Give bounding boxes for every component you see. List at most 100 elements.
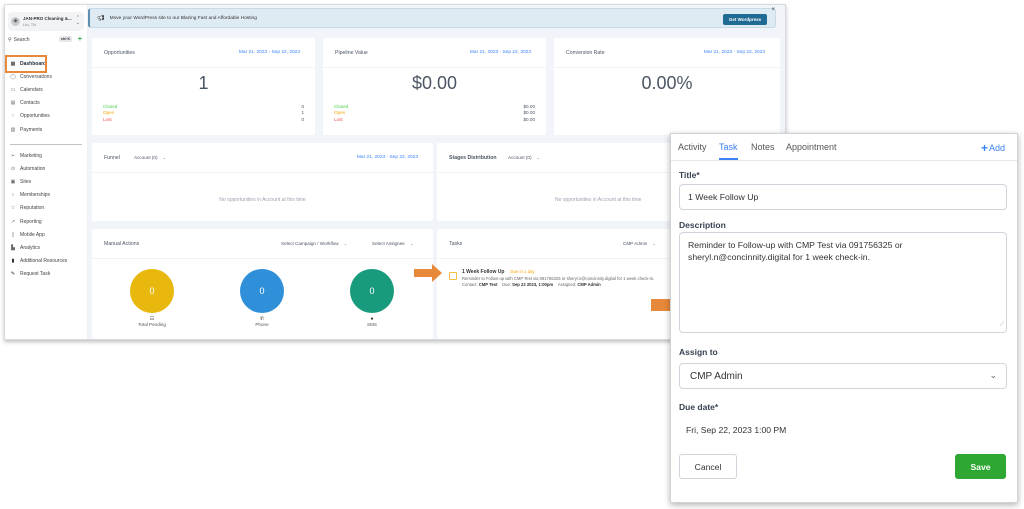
cancel-button[interactable]: Cancel <box>679 454 737 479</box>
due-badge: Due in 1 day <box>510 269 535 274</box>
switch-caret-icon: ⌃ ⌄ <box>75 15 80 26</box>
tab-activity[interactable]: Activity <box>678 142 707 152</box>
trend-icon: ↗ <box>10 218 16 225</box>
date-range[interactable]: Mar 21, 2023 - Sep 22, 2023 <box>239 50 300 55</box>
bookmark-icon: ▮ <box>11 258 15 265</box>
stat-label-lost: Lost <box>103 116 112 122</box>
sidebar-item-analytics[interactable]: ▙ Analytics <box>5 241 88 254</box>
stat-label-lost: Lost <box>334 116 343 122</box>
search-label: Search <box>13 37 30 43</box>
campaign-workflow-dropdown[interactable]: Select Campaign / Workflow ⌄ <box>281 241 347 247</box>
chevron-down-icon: ⌄ <box>536 155 541 160</box>
stat-value-lost: 0 <box>301 116 304 122</box>
award-icon: ♁ <box>11 192 15 199</box>
save-button[interactable]: Save <box>955 454 1006 479</box>
account-switcher[interactable]: ◉ JAN-PRO Cleaning &... Ltd, TN ⌃ ⌄ <box>8 12 84 31</box>
task-contact[interactable]: CMP Test <box>479 282 498 287</box>
task-checkbox[interactable] <box>449 272 457 280</box>
sidebar-item-calendars[interactable]: ▭ Calendars <box>5 83 88 96</box>
card-title: Pipeline Value <box>335 50 368 56</box>
date-range[interactable]: Mar 21, 2023 - Sep 22, 2023 <box>470 50 531 55</box>
sms-circle[interactable]: 0 <box>350 269 394 313</box>
close-icon[interactable]: × <box>771 7 775 13</box>
conversion-rate-card: Conversion Rate Mar 21, 2023 - Sep 22, 2… <box>554 38 780 135</box>
get-wordpress-button[interactable]: Get Wordpress <box>723 14 767 25</box>
request-icon: ✎ <box>10 271 16 278</box>
tasks-assignee-dropdown[interactable]: CMP Admin ⌄ <box>623 241 656 247</box>
sidebar-item-request-task[interactable]: ✎ Request Task <box>5 268 88 281</box>
stages-account-dropdown[interactable]: Account (0) ⌄ <box>508 155 540 161</box>
pipeline-value-card: Pipeline Value Mar 21, 2023 - Sep 22, 20… <box>323 38 546 135</box>
search-icon: ⚲ <box>8 37 12 43</box>
card-title: Manual Actions <box>104 241 140 247</box>
chevron-down-icon: ⌄ <box>343 241 348 246</box>
sidebar-item-additional-resources[interactable]: ▮ Additional Resources <box>5 255 88 268</box>
sidebar-item-contacts[interactable]: ▤ Contacts <box>5 97 88 110</box>
sidebar-item-mobile-app[interactable]: ▯ Mobile App <box>5 228 88 241</box>
assign-to-label: Assign to <box>679 347 718 357</box>
sidebar-item-conversations[interactable]: ◯ Conversations <box>5 70 88 83</box>
date-range[interactable]: Mar 21, 2023 - Sep 22, 2023 <box>704 50 765 55</box>
sidebar-item-dashboard[interactable]: ▦ Dashboard <box>5 54 88 74</box>
opportunities-count: 1 <box>198 73 209 93</box>
description-textarea[interactable]: Reminder to Follow-up with CMP Test via … <box>679 232 1007 333</box>
due-date-label: Due date* <box>679 402 719 412</box>
mobile-icon: ▯ <box>11 231 15 238</box>
panel-tabs: Activity Task Notes Appointment +Add <box>671 134 1017 161</box>
chevron-down-icon: ⌄ <box>989 370 997 380</box>
send-icon: ➢ <box>10 152 16 159</box>
contacts-icon: ▤ <box>10 100 16 107</box>
funnel-card: Funnel Account (0) ⌄ Mar 21, 2023 - Sep 2… <box>92 143 433 221</box>
chevron-down-icon: ⌄ <box>652 241 656 246</box>
date-range[interactable]: Mar 21, 2023 - Sep 22, 2023 <box>357 155 418 160</box>
chevron-down-icon: ⌄ <box>409 241 414 246</box>
sidebar: ◉ JAN-PRO Cleaning &... Ltd, TN ⌃ ⌄ ⚲ Sea… <box>5 5 88 339</box>
manual-actions-card: Manual Actions Select Campaign / Workflo… <box>92 229 433 339</box>
funnel-icon: ⁘ <box>10 113 16 120</box>
nav-secondary: ➢ Marketing ⊙ Automation ▣ Sites ♁ Membershi… <box>5 149 88 281</box>
total-pending-circle[interactable]: 0 <box>130 269 174 313</box>
resize-handle-icon[interactable]: ⟋ <box>1000 319 1004 331</box>
quick-add-icon[interactable]: + <box>78 35 82 44</box>
tab-appointment[interactable]: Appointment <box>786 142 837 152</box>
sidebar-item-sites[interactable]: ▣ Sites <box>5 175 88 188</box>
sidebar-item-payments[interactable]: ▥ Payments <box>5 123 88 136</box>
title-input[interactable]: 1 Week Follow Up <box>679 184 1007 210</box>
task-due: Sep 22 2023, 1:00pm <box>512 282 554 287</box>
sidebar-item-memberships[interactable]: ♁ Memberships <box>5 189 88 202</box>
phone-label: ✆ Phone <box>232 316 292 327</box>
task-meta: Contact: CMP Test Due: Sep 22 2023, 1:00… <box>462 282 601 287</box>
card-title: Funnel <box>104 155 120 161</box>
grid-icon: ▦ <box>10 60 16 67</box>
task-edit-panel: Activity Task Notes Appointment +Add Tit… <box>670 133 1018 503</box>
opportunities-card: Opportunities Mar 21, 2023 - Sep 22, 202… <box>92 38 315 135</box>
sidebar-item-reputation[interactable]: ☆ Reputation <box>5 202 88 215</box>
sites-icon: ▣ <box>10 178 16 185</box>
analytics-icon: ▙ <box>11 244 15 251</box>
nav-primary: ▦ Dashboard ◯ Conversations ▭ Calendars ▤ Co… <box>5 54 88 136</box>
banner-text: Move your WordPress site to our Blazing … <box>109 15 257 21</box>
sidebar-search[interactable]: ⚲ Search ctrl K + <box>8 35 84 45</box>
sidebar-item-reporting[interactable]: ↗ Reporting <box>5 215 88 228</box>
annotation-arrow-icon <box>414 264 442 282</box>
funnel-account-dropdown[interactable]: Account (0) ⌄ <box>134 155 166 161</box>
phone-circle[interactable]: 0 <box>240 269 284 313</box>
card-title: Opportunities <box>104 50 135 56</box>
assignee-dropdown[interactable]: Select Assignee ⌄ <box>372 241 413 247</box>
tab-task[interactable]: Task <box>719 142 738 160</box>
card-title: Conversion Rate <box>566 50 605 56</box>
sidebar-item-automation[interactable]: ⊙ Automation <box>5 162 88 175</box>
sms-label: ● SMS <box>342 316 402 327</box>
assign-to-select[interactable]: CMP Admin ⌄ <box>679 363 1007 389</box>
pipeline-value: $0.00 <box>411 73 458 93</box>
tab-notes[interactable]: Notes <box>751 142 775 152</box>
task-description: Reminder to Follow-up with CMP Test via … <box>462 276 655 281</box>
add-button[interactable]: +Add <box>981 141 1005 155</box>
task-title[interactable]: 1 Week Follow Up Due in 1 day <box>462 269 535 275</box>
plus-icon: + <box>980 141 988 155</box>
due-date-picker[interactable]: Fri, Sep 22, 2023 1:00 PM <box>686 425 786 435</box>
sidebar-item-opportunities[interactable]: ⁘ Opportunities <box>5 110 88 123</box>
sidebar-item-marketing[interactable]: ➢ Marketing <box>5 149 88 162</box>
chevron-down-icon: ⌄ <box>162 155 167 160</box>
sidebar-divider <box>10 144 82 145</box>
